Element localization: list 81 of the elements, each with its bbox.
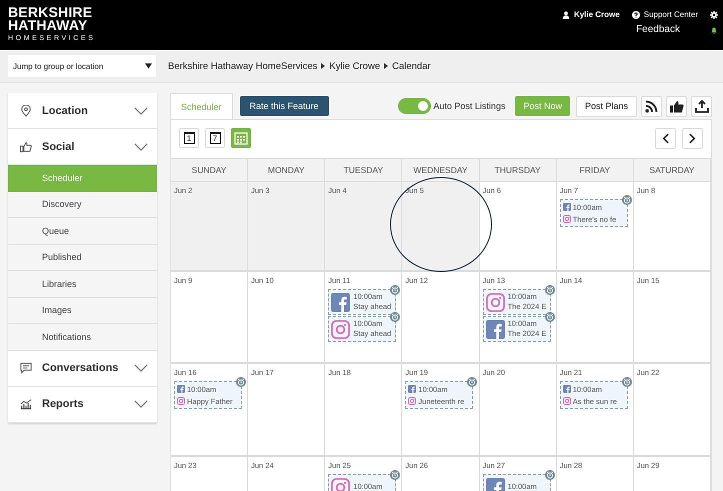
weekday-header: TUESDAY	[325, 159, 402, 182]
sidebar-item[interactable]: Discovery	[8, 192, 157, 218]
chevron-icon	[134, 142, 148, 150]
upload-icon	[694, 100, 708, 112]
weekday-header: THURSDAY	[480, 159, 557, 182]
chart-icon	[20, 398, 32, 410]
rate-feature-button[interactable]: Rate this Feature	[240, 96, 329, 116]
alarm-clock-icon	[622, 377, 632, 387]
calendar-icon	[234, 131, 248, 145]
alarm-clock-icon	[544, 285, 555, 295]
facebook-icon	[331, 292, 350, 312]
alarm-clock-icon	[236, 377, 246, 387]
breadcrumb-item: Calendar	[392, 60, 431, 72]
thumbs-up-button[interactable]	[666, 96, 687, 116]
weekday-header: SATURDAY	[634, 159, 711, 182]
sidebar-item[interactable]: Published	[8, 244, 157, 271]
settings-icon[interactable]	[710, 10, 718, 18]
feedback-link[interactable]: Feedback	[636, 24, 680, 35]
support-link[interactable]: Support Center	[632, 10, 698, 19]
logo-text: BERKSHIRE	[8, 6, 94, 19]
instagram-icon	[486, 292, 505, 312]
map-pin-icon	[20, 104, 32, 116]
user-link[interactable]: Kylie Crowe	[562, 10, 620, 19]
breadcrumb-item[interactable]: Berkshire Hathaway HomeServices	[168, 60, 318, 72]
instagram-icon	[177, 397, 185, 405]
chevron-icon	[134, 400, 148, 408]
facebook-icon	[177, 385, 185, 393]
sidebar-item[interactable]: Notifications	[8, 324, 157, 350]
caret-icon	[145, 63, 152, 69]
weekday-header: MONDAY	[248, 159, 326, 182]
chevron-icon	[134, 106, 148, 114]
location-dropdown[interactable]: Jump to group or location	[8, 55, 156, 77]
alarm-clock-icon	[622, 195, 632, 205]
rss-icon	[645, 100, 658, 112]
facebook-icon	[562, 203, 571, 211]
instagram-icon	[562, 215, 571, 223]
thumbs-up-icon	[670, 100, 684, 112]
instagram-icon	[331, 320, 350, 338]
logo-text: HATHAWAY	[8, 19, 88, 32]
alarm-clock-icon	[390, 312, 400, 322]
thumbs-up-icon	[20, 140, 32, 152]
instagram-icon	[331, 478, 350, 491]
weekday-header: SUNDAY	[171, 159, 248, 182]
sidebar-item[interactable]: Images	[8, 298, 157, 324]
chevron-right-icon	[689, 132, 696, 144]
instagram-icon	[562, 397, 571, 405]
breadcrumb-item[interactable]: Kylie Crowe	[329, 60, 380, 72]
week-view-button[interactable]: 7	[205, 128, 225, 148]
alarm-clock-icon	[390, 470, 400, 480]
upload-button[interactable]	[691, 96, 712, 116]
speech-bubble-icon	[20, 362, 32, 374]
alarm-clock-icon	[544, 312, 555, 322]
toggle-label: Auto Post Listings	[433, 101, 506, 111]
chevron-icon	[134, 364, 148, 372]
sidebar-item[interactable]: Libraries	[8, 271, 157, 298]
breadcrumb-arrow-icon	[384, 63, 388, 69]
sidebar-section[interactable]: Location	[8, 93, 157, 129]
alarm-clock-icon	[467, 377, 478, 387]
previous-button[interactable]	[655, 128, 676, 148]
sidebar-section[interactable]: Conversations	[8, 350, 157, 386]
alarm-clock-icon	[544, 470, 555, 480]
next-button[interactable]	[682, 128, 703, 148]
facebook-icon	[562, 385, 571, 393]
user-icon	[562, 10, 570, 18]
alarm-clock-icon	[390, 285, 400, 295]
facebook-icon	[486, 320, 505, 338]
post-plans-button[interactable]: Post Plans	[576, 96, 637, 116]
rss-button[interactable]	[641, 96, 662, 116]
chevron-left-icon	[662, 132, 669, 144]
day-view-button[interactable]: 1	[179, 128, 199, 148]
sidebar-item[interactable]: Queue	[8, 218, 157, 244]
bell-icon[interactable]	[710, 26, 718, 34]
help-icon	[632, 10, 640, 18]
facebook-icon	[486, 478, 505, 491]
facebook-icon	[408, 385, 416, 393]
sidebar-section[interactable]: Reports	[8, 386, 157, 422]
instagram-icon	[408, 397, 416, 405]
breadcrumb-arrow-icon	[321, 63, 326, 69]
weekday-header: FRIDAY	[556, 159, 634, 182]
weekday-header: WEDNESDAY	[402, 159, 480, 182]
toggle-switch[interactable]	[398, 98, 432, 114]
